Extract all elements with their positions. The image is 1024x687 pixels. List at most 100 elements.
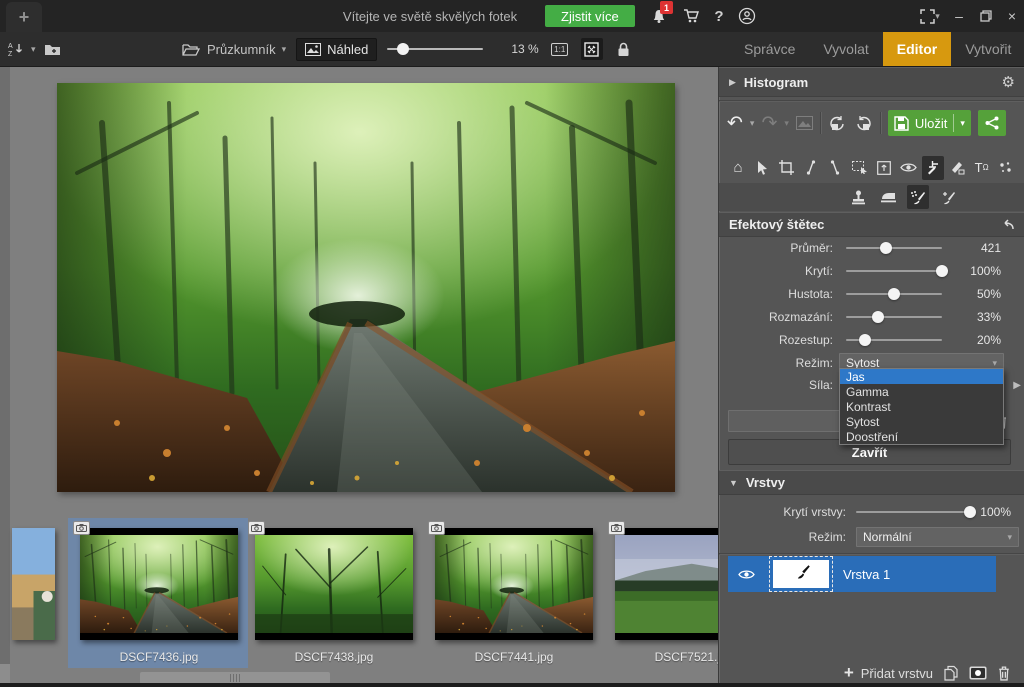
account-button[interactable] [736,6,758,26]
filmstrip-thumb-4[interactable] [615,528,718,640]
slider-track[interactable] [846,270,942,272]
dropdown-option-jas[interactable]: Jas [840,369,1003,384]
chevron-right-icon: ▶ [729,77,736,88]
plus-icon: + [844,663,854,683]
user-icon [738,7,756,25]
dropdown-option-sytost[interactable]: Sytost [840,414,1003,429]
slider-handle[interactable] [859,334,871,346]
camera-icon [608,521,625,535]
app-window: + Vítejte ve světě skvělých fotek Zjisti… [0,0,1024,687]
minimize-button[interactable]: – [946,4,972,28]
restore-icon [980,10,992,22]
filmstrip-thumb-partial[interactable] [12,528,55,640]
save-button[interactable]: Uložit ▾ [888,110,971,136]
layer-mask-button[interactable] [969,666,987,680]
place-frame-tool[interactable] [873,156,895,180]
select-tool[interactable] [751,156,773,180]
zoom-slider[interactable] [387,48,483,50]
layers-header[interactable]: ▼ Vrstvy [719,470,1024,495]
histogram-header[interactable]: ▶ Histogram ⚙ [719,67,1024,97]
main-photo[interactable] [57,83,675,492]
compare-image-button[interactable] [796,116,813,130]
image-icon [305,43,321,56]
chevron-right-icon[interactable]: ▶ [1013,380,1024,391]
slider-track[interactable] [856,511,974,513]
filmstrip-thumb-1[interactable] [80,528,238,640]
effects-tool[interactable] [995,156,1017,180]
new-folder-button[interactable] [42,38,64,60]
chevron-down-icon[interactable]: ▾ [750,118,755,129]
chevron-down-icon: ▾ [784,118,789,129]
layer-row[interactable]: Vrstva 1 [728,556,996,592]
help-button[interactable]: ? [708,6,730,26]
eye-icon[interactable] [738,569,755,580]
zoom-slider-handle[interactable] [397,43,409,55]
undo-button[interactable]: ↶ [727,112,743,135]
redo-button[interactable]: ↷ [761,112,777,135]
close-button[interactable]: × [999,4,1024,28]
dropdown-option-kontrast[interactable]: Kontrast [840,399,1003,414]
gear-icon[interactable]: ⚙ [1002,73,1015,91]
cart-button[interactable] [680,6,702,26]
rotate-right-button[interactable] [854,115,873,132]
dropdown-option-gamma[interactable]: Gamma [840,384,1003,399]
slider-handle[interactable] [888,288,900,300]
paint-brush-tool[interactable] [937,185,959,209]
preview-button[interactable]: Náhled [296,38,377,61]
nav-vytvorit[interactable]: Vytvořit [951,32,1024,66]
canvas-workspace[interactable]: DSCF7436.jpg DSCF7438.jpg DSCF7441.jpg D… [0,67,718,687]
layer-mode-select[interactable]: Normální ▾ [856,527,1019,547]
nav-editor[interactable]: Editor [883,32,951,66]
measure-tool[interactable] [824,156,846,180]
share-button[interactable] [978,110,1006,136]
slider-track[interactable] [846,339,942,341]
text-tool[interactable]: TΩ [971,156,993,180]
slider-track[interactable] [846,316,942,318]
add-layer-label: Přidat vrstvu [861,666,933,681]
slider-handle[interactable] [880,242,892,254]
filmstrip-thumb-3[interactable] [435,528,593,640]
slider-label: Průměr: [719,241,833,255]
nav-vyvolat[interactable]: Vyvolat [809,32,882,66]
duplicate-layer-button[interactable] [943,665,959,681]
notifications-button[interactable]: 1 [648,6,670,26]
slider-value: 33% [942,310,1024,324]
filmstrip-thumb-2[interactable] [255,528,413,640]
preview-label: Náhled [327,42,368,57]
layer-thumbnail[interactable] [773,560,829,588]
clone-stamp-tool[interactable] [847,185,869,209]
delete-layer-button[interactable] [997,665,1011,681]
thumb-filename: DSCF7441.jpg [435,650,593,664]
new-tab-button[interactable]: + [6,2,42,32]
selection-tool[interactable] [849,156,871,180]
slider-handle[interactable] [936,265,948,277]
reset-icon[interactable] [1001,219,1015,231]
slider-track[interactable] [846,293,942,295]
effect-brush-tool[interactable] [907,185,929,209]
slider-kryti: Krytí: 100% [719,260,1024,282]
home-tool[interactable]: ⌂ [727,156,749,180]
brush-tools[interactable] [946,156,968,180]
nav-spravce[interactable]: Správce [730,32,809,66]
slider-track[interactable] [846,247,942,249]
straighten-tool[interactable] [800,156,822,180]
smoothing-tool[interactable] [877,185,899,209]
fit-to-screen-button[interactable] [581,38,603,60]
explorer-dropdown[interactable]: Průzkumník ▾ [182,42,286,57]
restore-button[interactable] [973,4,999,28]
fullscreen-button[interactable]: ▾ [913,6,947,26]
lock-zoom-button[interactable] [613,38,635,60]
one-to-one-button[interactable]: 1:1 [549,38,571,60]
dropdown-option-doostreni[interactable]: Doostření [840,429,1003,444]
crop-tool[interactable] [776,156,798,180]
chevron-down-icon[interactable]: ▾ [960,118,965,129]
tools-row: ⌂ [719,152,1024,183]
slider-handle[interactable] [872,311,884,323]
learn-more-button[interactable]: Zjistit více [545,5,635,27]
svg-text:A: A [8,43,13,50]
sort-button[interactable]: AZ ▾ [8,41,36,57]
add-layer-button[interactable]: + Přidat vrstvu [844,663,933,683]
retouch-tools[interactable] [922,156,944,180]
show-tool[interactable] [898,156,920,180]
rotate-left-button[interactable] [828,115,847,132]
